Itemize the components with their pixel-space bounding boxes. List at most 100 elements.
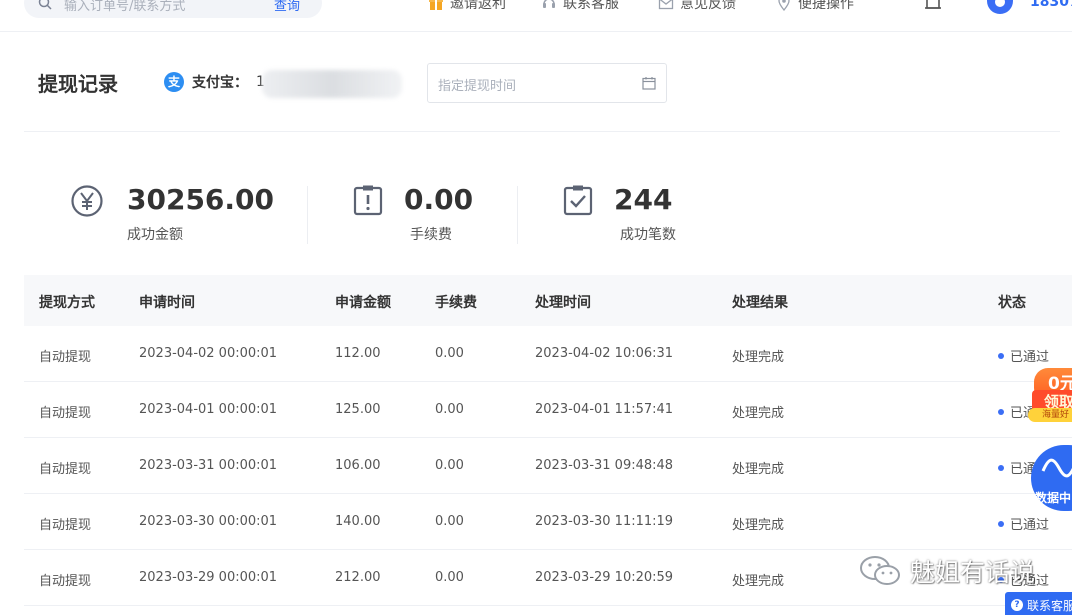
alipay-account: 支 支付宝： 1	[164, 72, 265, 92]
stat-success-amount-value: 30256.00	[127, 183, 275, 216]
cell-apply-time: 2023-04-02 00:00:01	[139, 346, 278, 361]
cell-process-time: 2023-04-01 11:57:41	[535, 402, 674, 417]
top-bar: 输入订单号/联系方式 查询 邀请返利 联系客服 意见反馈 便捷操作 18307	[0, 0, 1072, 32]
status-dot	[998, 520, 1004, 527]
cell-process-time: 2023-04-02 10:06:31	[535, 346, 674, 361]
service-icon: ?	[1011, 599, 1023, 611]
search-icon	[38, 0, 52, 10]
search-input[interactable]: 输入订单号/联系方式	[64, 0, 185, 14]
column-header: 状态	[998, 295, 1026, 311]
cell-status: 已通过	[998, 346, 1049, 365]
cell-fee: 0.00	[435, 402, 464, 417]
wave-chart-icon	[1041, 458, 1072, 478]
cell-method: 自动提现	[39, 462, 92, 477]
cell-result: 处理完成	[732, 518, 785, 533]
page-title: 提现记录	[38, 72, 118, 96]
stat-divider	[517, 186, 518, 244]
column-header: 申请时间	[139, 295, 195, 311]
watermark-text: 魅姐有话说	[910, 558, 1036, 587]
stat-success-count-label: 成功笔数	[620, 227, 676, 243]
redaction-blur	[262, 70, 402, 98]
data-center-label: 数据中	[1035, 491, 1072, 505]
stat-success-amount-label: 成功金额	[127, 227, 183, 243]
cell-apply-time: 2023-04-01 00:00:01	[139, 402, 278, 417]
free-gift-promo[interactable]: 0元 领取 海量好	[1028, 368, 1072, 426]
nav-contact-service-label: 联系客服	[563, 0, 619, 12]
stat-fee-label: 手续费	[410, 227, 452, 243]
watermark: 魅姐有话说	[858, 553, 1035, 589]
cell-result: 处理完成	[732, 574, 785, 589]
nav-contact-service[interactable]: 联系客服	[541, 0, 619, 13]
withdraw-date-picker[interactable]: 指定提现时间	[427, 63, 667, 103]
cell-method: 自动提现	[39, 406, 92, 421]
table-row: 自动提现 2023-03-30 00:00:01 140.00 0.00 202…	[24, 494, 1072, 550]
headset-icon	[543, 0, 555, 8]
nav-feedback-label: 意见反馈	[680, 0, 736, 12]
cell-result: 处理完成	[732, 406, 785, 421]
promo-line-3: 海量好	[1028, 408, 1072, 422]
yen-circle-icon	[71, 185, 103, 217]
status-dot	[998, 464, 1004, 471]
cell-process-time: 2023-03-29 10:20:59	[535, 570, 674, 585]
cell-process-time: 2023-03-31 09:48:48	[535, 458, 674, 473]
cell-amount: 112.00	[335, 346, 381, 361]
cell-method: 自动提现	[39, 518, 92, 533]
cell-result: 处理完成	[732, 462, 785, 477]
search-button[interactable]: 查询	[274, 0, 300, 14]
column-header: 申请金额	[335, 295, 391, 311]
cell-apply-time: 2023-03-29 00:00:01	[139, 570, 278, 585]
stat-divider	[307, 186, 308, 244]
column-header: 提现方式	[39, 295, 95, 311]
stat-fee-value: 0.00	[404, 183, 474, 216]
calendar-icon	[642, 77, 656, 90]
contact-service-label: 联系客服	[1027, 598, 1072, 613]
status-text: 已通过	[1010, 518, 1050, 533]
column-header: 处理结果	[732, 295, 788, 311]
contact-service-button[interactable]: ? 联系客服	[1005, 592, 1072, 615]
search-box[interactable]: 输入订单号/联系方式 查询	[24, 0, 322, 18]
wechat-icon	[860, 556, 900, 585]
alipay-icon: 支	[164, 72, 184, 92]
nav-quick-actions[interactable]: 便捷操作	[776, 0, 854, 13]
column-header: 手续费	[435, 295, 477, 311]
gift-icon	[429, 0, 443, 10]
header-divider	[24, 131, 1060, 132]
cell-apply-time: 2023-03-31 00:00:01	[139, 458, 278, 473]
alert-box-icon	[353, 185, 383, 216]
cell-fee: 0.00	[435, 458, 464, 473]
table-row: 自动提现 2023-03-31 00:00:01 106.00 0.00 202…	[24, 438, 1072, 494]
status-dot	[998, 352, 1004, 359]
nav-quick-actions-label: 便捷操作	[798, 0, 854, 12]
user-phone[interactable]: 18307	[1030, 0, 1072, 10]
cell-amount: 125.00	[335, 402, 381, 417]
alipay-label: 支付宝：	[192, 75, 248, 91]
nav-invite-rebate-label: 邀请返利	[450, 0, 506, 12]
status-dot	[998, 408, 1004, 415]
status-text: 已通过	[1010, 350, 1050, 365]
table-header: 提现方式 申请时间 申请金额 手续费 处理时间 处理结果 状态	[24, 275, 1072, 326]
cell-method: 自动提现	[39, 574, 92, 589]
date-picker-input[interactable]: 指定提现时间	[438, 75, 516, 94]
cell-amount: 212.00	[335, 570, 381, 585]
cell-process-time: 2023-03-30 11:11:19	[535, 514, 674, 529]
cell-amount: 106.00	[335, 458, 381, 473]
table-row: 自动提现 2023-04-01 00:00:01 125.00 0.00 202…	[24, 382, 1072, 438]
nav-feedback[interactable]: 意见反馈	[658, 0, 736, 13]
clipboard-check-icon	[563, 185, 593, 216]
stat-success-count-value: 244	[614, 183, 673, 216]
cell-fee: 0.00	[435, 570, 464, 585]
cell-result: 处理完成	[732, 350, 785, 365]
column-header: 处理时间	[535, 295, 591, 311]
cell-fee: 0.00	[435, 346, 464, 361]
cell-method: 自动提现	[39, 350, 92, 365]
mail-icon	[658, 0, 674, 10]
avatar[interactable]	[987, 0, 1013, 14]
cell-status: 已通过	[998, 514, 1049, 533]
cell-apply-time: 2023-03-30 00:00:01	[139, 514, 278, 529]
cell-fee: 0.00	[435, 514, 464, 529]
location-pin-icon	[778, 0, 790, 11]
cell-amount: 140.00	[335, 514, 381, 529]
nav-invite-rebate[interactable]: 邀请返利	[428, 0, 506, 13]
table-row: 自动提现 2023-04-02 00:00:01 112.00 0.00 202…	[24, 326, 1072, 382]
bell-icon[interactable]	[922, 0, 944, 12]
